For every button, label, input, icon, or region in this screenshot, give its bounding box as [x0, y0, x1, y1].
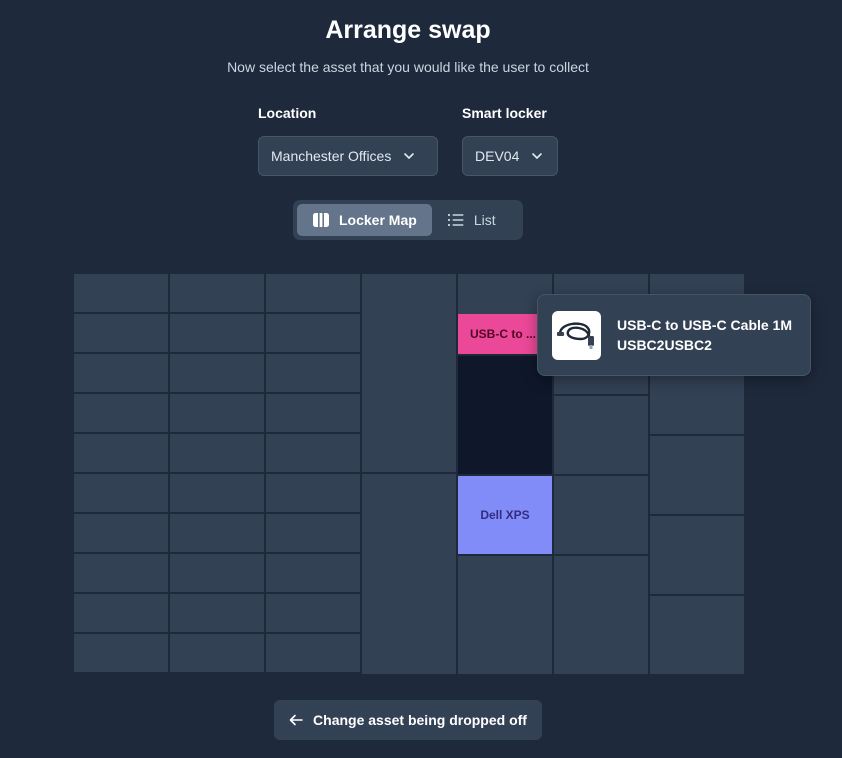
locker-compartment[interactable] — [266, 434, 360, 472]
smart-locker-label: Smart locker — [462, 105, 547, 121]
list-icon — [447, 213, 465, 227]
locker-compartment[interactable] — [74, 354, 168, 392]
locker-compartment[interactable] — [170, 514, 264, 552]
usb-cable-icon — [552, 310, 601, 360]
locker-compartment[interactable] — [74, 394, 168, 432]
locker-compartment[interactable] — [266, 474, 360, 512]
chevron-down-icon — [403, 150, 415, 162]
locker-compartment[interactable] — [170, 434, 264, 472]
locker-compartment[interactable] — [266, 274, 360, 312]
locker-compartment[interactable] — [170, 474, 264, 512]
smart-locker-select-value: DEV04 — [475, 148, 520, 164]
page-title: Arrange swap — [325, 16, 491, 44]
locker-compartment[interactable] — [266, 554, 360, 592]
locker-compartment[interactable] — [170, 394, 264, 432]
change-asset-button-label: Change asset being dropped off — [313, 712, 527, 728]
arrow-left-icon — [289, 714, 303, 726]
tab-list[interactable]: List — [432, 204, 511, 236]
locker-compartment[interactable] — [170, 634, 264, 672]
location-select[interactable]: Manchester Offices — [258, 136, 438, 176]
locker-compartment[interactable] — [266, 394, 360, 432]
location-label: Location — [258, 105, 317, 121]
change-asset-button[interactable]: Change asset being dropped off — [274, 700, 542, 740]
locker-compartment[interactable] — [650, 516, 744, 594]
locker-compartment[interactable] — [650, 436, 744, 514]
page-subtitle: Now select the asset that you would like… — [227, 59, 589, 75]
tooltip-asset-code: USBC2USBC2 — [617, 337, 712, 353]
locker-compartment[interactable] — [266, 514, 360, 552]
locker-compartment-label: Dell XPS — [480, 508, 530, 522]
view-toggle: Locker Map List — [293, 200, 523, 240]
locker-compartment[interactable] — [74, 514, 168, 552]
locker-compartment[interactable] — [458, 556, 552, 674]
locker-compartment[interactable] — [74, 474, 168, 512]
locker-compartment[interactable] — [74, 594, 168, 632]
locker-compartment[interactable] — [170, 354, 264, 392]
locker-compartment[interactable] — [170, 314, 264, 352]
locker-compartment[interactable] — [74, 274, 168, 312]
tab-list-label: List — [473, 212, 496, 228]
chevron-down-icon — [531, 150, 543, 162]
locker-compartment[interactable] — [74, 554, 168, 592]
locker-columns-icon — [312, 212, 330, 228]
smart-locker-select[interactable]: DEV04 — [462, 136, 558, 176]
location-select-value: Manchester Offices — [271, 148, 392, 164]
tab-locker-map-label: Locker Map — [339, 212, 417, 228]
locker-compartment[interactable] — [74, 434, 168, 472]
tab-locker-map[interactable]: Locker Map — [297, 204, 432, 236]
locker-compartment[interactable] — [170, 554, 264, 592]
locker-compartment-occupied[interactable]: Dell XPS — [458, 476, 552, 554]
asset-tooltip: USB-C to USB-C Cable 1M USBC2USBC2 — [537, 294, 811, 376]
locker-compartment[interactable] — [362, 274, 456, 472]
locker-compartment[interactable] — [650, 596, 744, 674]
locker-compartment[interactable] — [74, 634, 168, 672]
locker-compartment[interactable] — [74, 314, 168, 352]
locker-compartment[interactable] — [266, 634, 360, 672]
locker-compartment[interactable] — [170, 274, 264, 312]
locker-compartment[interactable] — [266, 354, 360, 392]
locker-compartment[interactable] — [554, 556, 648, 674]
tooltip-asset-name: USB-C to USB-C Cable 1M — [617, 317, 793, 333]
locker-compartment[interactable] — [362, 474, 456, 674]
locker-compartment[interactable] — [170, 594, 264, 632]
locker-compartment[interactable] — [266, 594, 360, 632]
locker-compartment[interactable] — [554, 396, 648, 474]
locker-compartment[interactable] — [266, 314, 360, 352]
locker-compartment-selected-empty[interactable] — [458, 356, 552, 474]
locker-compartment[interactable] — [554, 476, 648, 554]
